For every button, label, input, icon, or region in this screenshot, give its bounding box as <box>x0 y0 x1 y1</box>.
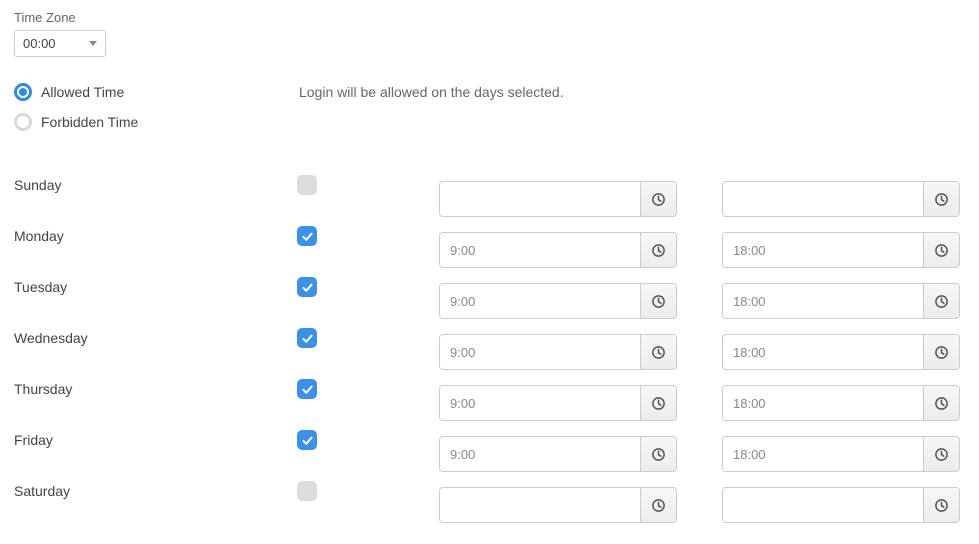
clock-icon[interactable] <box>923 233 959 267</box>
start-time-input-saturday[interactable] <box>440 488 640 522</box>
clock-icon[interactable] <box>640 437 676 471</box>
end-time-input-sunday[interactable] <box>723 182 923 216</box>
clock-icon[interactable] <box>640 233 676 267</box>
start-time-input-tuesday[interactable] <box>440 284 640 318</box>
checkbox-friday[interactable] <box>297 430 317 450</box>
chevron-down-icon <box>89 41 97 46</box>
radio-allowed-time[interactable]: Allowed Time <box>14 83 299 101</box>
day-label-wednesday: Wednesday <box>14 324 297 375</box>
day-label-friday: Friday <box>14 426 297 477</box>
start-time-input-wednesday[interactable] <box>440 335 640 369</box>
clock-icon[interactable] <box>923 284 959 318</box>
checkbox-monday[interactable] <box>297 226 317 246</box>
clock-icon[interactable] <box>923 437 959 471</box>
day-label-sunday: Sunday <box>14 171 297 222</box>
checkbox-saturday[interactable] <box>297 481 317 501</box>
timezone-value: 00:00 <box>23 36 56 51</box>
end-time-input-saturday[interactable] <box>723 488 923 522</box>
checkbox-sunday[interactable] <box>297 175 317 195</box>
clock-icon[interactable] <box>923 386 959 420</box>
clock-icon[interactable] <box>640 335 676 369</box>
timezone-label: Time Zone <box>14 10 965 25</box>
mode-description: Login will be allowed on the days select… <box>299 83 564 100</box>
checkbox-tuesday[interactable] <box>297 277 317 297</box>
day-label-thursday: Thursday <box>14 375 297 426</box>
day-label-monday: Monday <box>14 222 297 273</box>
radio-selected-icon <box>14 83 32 101</box>
day-label-saturday: Saturday <box>14 477 297 528</box>
clock-icon[interactable] <box>923 182 959 216</box>
radio-forbidden-label: Forbidden Time <box>41 114 138 130</box>
day-label-tuesday: Tuesday <box>14 273 297 324</box>
clock-icon[interactable] <box>640 182 676 216</box>
end-time-input-thursday[interactable] <box>723 386 923 420</box>
clock-icon[interactable] <box>640 284 676 318</box>
end-time-input-friday[interactable] <box>723 437 923 471</box>
checkbox-thursday[interactable] <box>297 379 317 399</box>
end-time-input-tuesday[interactable] <box>723 284 923 318</box>
start-time-input-monday[interactable] <box>440 233 640 267</box>
start-time-input-thursday[interactable] <box>440 386 640 420</box>
timezone-select[interactable]: 00:00 <box>14 30 106 57</box>
start-time-input-friday[interactable] <box>440 437 640 471</box>
end-time-input-monday[interactable] <box>723 233 923 267</box>
end-time-input-wednesday[interactable] <box>723 335 923 369</box>
start-time-input-sunday[interactable] <box>440 182 640 216</box>
clock-icon[interactable] <box>640 488 676 522</box>
radio-unselected-icon <box>14 113 32 131</box>
radio-forbidden-time[interactable]: Forbidden Time <box>14 113 299 131</box>
checkbox-wednesday[interactable] <box>297 328 317 348</box>
clock-icon[interactable] <box>923 488 959 522</box>
radio-allowed-label: Allowed Time <box>41 84 124 100</box>
clock-icon[interactable] <box>923 335 959 369</box>
clock-icon[interactable] <box>640 386 676 420</box>
